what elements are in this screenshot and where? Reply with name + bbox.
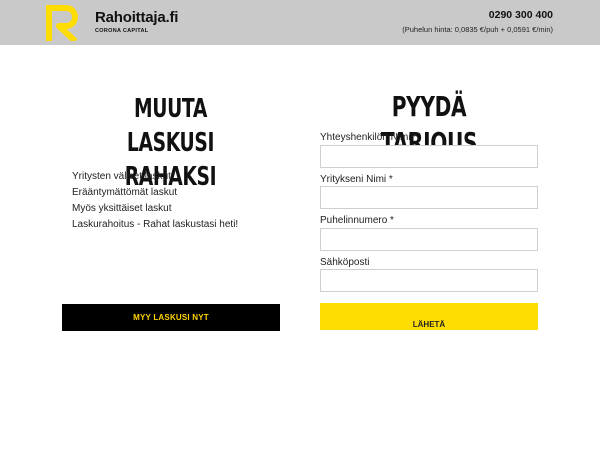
- brand-subtitle: CORONA CAPITAL: [95, 28, 149, 34]
- feature-item: Laskurahoitus - Rahat laskustasi heti!: [72, 219, 239, 230]
- left-heading-line1: MUUTA LASKUSI: [126, 94, 215, 158]
- rahoittaja-r-logo-icon[interactable]: [46, 5, 80, 41]
- contact-name-input[interactable]: [320, 145, 538, 168]
- sell-invoice-button[interactable]: MYY LASKUSI NYT: [62, 304, 280, 331]
- feature-item: Yritysten väliset laskut: [72, 171, 171, 182]
- site-header: Rahoittaja.fi CORONA CAPITAL 0290 300 40…: [0, 0, 600, 45]
- email-label: Sähköposti: [320, 257, 370, 268]
- submit-button[interactable]: LÄHETÄ: [320, 303, 538, 330]
- feature-item: Erääntymättömät laskut: [72, 187, 178, 198]
- feature-list: Yritysten väliset laskut Erääntymättömät…: [72, 169, 238, 233]
- brand-name: Rahoittaja.fi: [95, 9, 179, 26]
- brand[interactable]: Rahoittaja.fi CORONA CAPITAL: [95, 10, 178, 35]
- email-input[interactable]: [320, 269, 538, 292]
- phone-input[interactable]: [320, 228, 538, 251]
- phone-number-link[interactable]: 0290 300 400: [489, 9, 553, 21]
- contact-name-label: Yhteyshenkilön Nimi *: [320, 132, 418, 143]
- feature-item: Myös yksittäiset laskut: [72, 203, 172, 214]
- company-name-label: Yritykseni Nimi *: [320, 174, 393, 185]
- company-name-input[interactable]: [320, 186, 538, 209]
- call-price-note: (Puhelun hinta: 0,0835 €/puh + 0,0591 €/…: [402, 25, 553, 34]
- phone-label: Puhelinnumero *: [320, 215, 394, 226]
